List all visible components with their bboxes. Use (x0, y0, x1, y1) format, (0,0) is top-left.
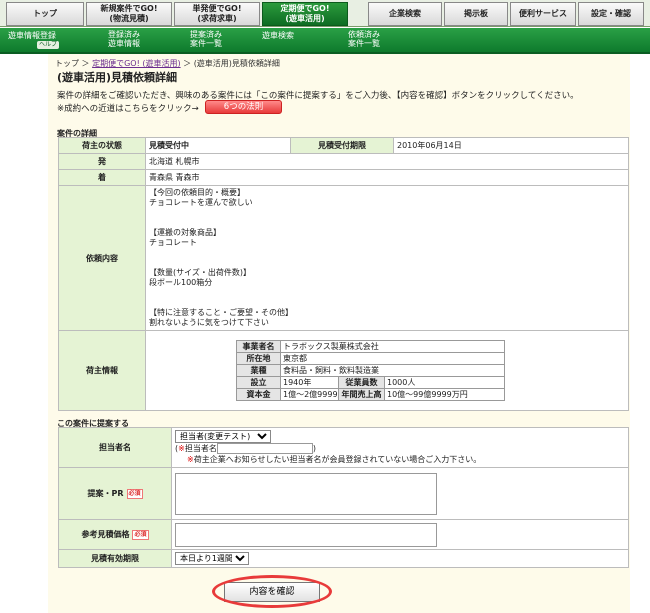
from-label: 発 (58, 153, 146, 170)
subnav-label: 依頼済み 案件一覧 (348, 30, 380, 48)
tab-services[interactable]: 便利サービス (510, 2, 576, 26)
status-value: 見積受付中 (145, 137, 291, 154)
subnav-vehicle-search[interactable]: 遊車検索 (262, 31, 294, 40)
help-badge[interactable]: ヘルプ (37, 41, 60, 49)
page-title: (遊車活用)見積依頼詳細 (57, 71, 178, 84)
status-label: 荷主の状態 (58, 137, 146, 154)
sub-navigation: 遊車情報登録 ヘルプ 登録済み 遊車情報 提案済み 案件一覧 遊車検索 依頼済み… (0, 28, 650, 54)
required-badge: 必須 (132, 529, 149, 540)
subnav-label: 登録済み 遊車情報 (108, 30, 140, 48)
industry-label: 業種 (236, 364, 281, 377)
employees: 1000人 (383, 376, 506, 389)
subnav-registered-vehicles[interactable]: 登録済み 遊車情報 (94, 30, 154, 48)
person-label: 担当者名 (58, 427, 172, 468)
tab-label: 新規案件でGO! (物流見積) (100, 4, 158, 23)
proposal-table: 担当者名 担当者(変更テスト) (※担当者名) ※荷主企業へお知らせしたい担当者… (58, 427, 629, 568)
intro-text: 案件の詳細をご確認いただき、興味のある案件には「この案件に提案する」をご入力後、… (57, 91, 579, 101)
founded: 1940年 (280, 376, 339, 389)
industry: 食料品・飼料・飲料製造業 (279, 364, 506, 377)
sales-label: 年間売上高 (338, 388, 385, 401)
shipper-info-table: 事業者名 トラボックス製菓株式会社 所在地 東京都 業種 食料品・飼料・飲料製造業 設… (236, 340, 506, 401)
subnav-requested-projects[interactable]: 依頼済み 案件一覧 (334, 30, 394, 48)
capital: 1億〜2億9999万円 (280, 388, 339, 401)
tab-regular-delivery[interactable]: 定期便でGO! (遊車活用) (262, 2, 348, 26)
tab-label: トップ (33, 9, 57, 18)
validity-select[interactable]: 本日より1週間 (175, 552, 249, 565)
tab-label: 企業検索 (389, 9, 421, 18)
price-textarea[interactable] (175, 522, 437, 547)
subnav-label: 遊車検索 (262, 31, 294, 40)
breadcrumb-regular-link[interactable]: 定期便でGO! (遊車活用) (92, 59, 181, 68)
breadcrumb: トップ ＞ 定期便でGO! (遊車活用) ＞ (遊車活用)見積依頼詳細 (55, 58, 280, 69)
sales: 10億〜99億9999万円 (383, 388, 506, 401)
subnav-proposed-projects[interactable]: 提案済み 案件一覧 (176, 30, 236, 48)
from-value: 北海道 札幌市 (145, 153, 629, 170)
validity-label: 見積有効期限 (58, 549, 172, 568)
person-name-paren-close: ) (312, 444, 316, 453)
price-label: 参考見積価格 (81, 530, 130, 539)
company-name: トラボックス製菓株式会社 (279, 340, 506, 353)
request-label: 依頼内容 (58, 185, 146, 331)
pr-label: 提案・PR (87, 489, 124, 498)
tab-label: 掲示板 (464, 9, 488, 18)
intro-hint: ※成約への近道はこちらをクリック→ (57, 104, 199, 114)
employees-label: 従業員数 (338, 376, 385, 389)
location-label: 所在地 (236, 352, 281, 365)
tab-top[interactable]: トップ (6, 2, 84, 26)
tab-single-delivery[interactable]: 単発便でGO! (求荷求車) (174, 2, 260, 26)
confirm-button[interactable]: 内容を確認 (224, 582, 320, 602)
founded-label: 設立 (236, 376, 281, 389)
tab-label: 定期便でGO! (遊車活用) (280, 4, 330, 23)
subnav-register-vehicle[interactable]: 遊車情報登録 (8, 31, 56, 40)
tab-bulletin-board[interactable]: 掲示板 (444, 2, 508, 26)
tab-label: 設定・確認 (591, 9, 631, 18)
tab-settings[interactable]: 設定・確認 (578, 2, 644, 26)
location: 東京都 (279, 352, 506, 365)
six-laws-button[interactable]: 6つの法則 (205, 100, 282, 114)
person-note: 荷主企業へお知らせしたい担当者名が会員登録されていない場合ご入力下さい。 (193, 455, 482, 464)
breadcrumb-home-link[interactable]: トップ (55, 59, 79, 68)
person-name-label: 担当者名 (184, 444, 217, 453)
person-select[interactable]: 担当者(変更テスト) (175, 430, 271, 443)
deadline-label: 見積受付期限 (290, 137, 394, 154)
subnav-label: 遊車情報登録 (8, 31, 56, 40)
deadline-value: 2010年06月14日 (393, 137, 629, 154)
detail-table: 荷主の状態 見積受付中 見積受付期限 2010年06月14日 発 北海道 札幌市… (58, 137, 629, 411)
breadcrumb-current: (遊車活用)見積依頼詳細 (193, 59, 280, 68)
capital-label: 資本金 (236, 388, 281, 401)
breadcrumb-separator: ＞ (81, 59, 90, 68)
top-navigation: トップ 新規案件でGO! (物流見積) 単発便でGO! (求荷求車) 定期便でG… (0, 0, 650, 27)
person-name-input[interactable] (216, 443, 313, 454)
tab-company-search[interactable]: 企業検索 (368, 2, 442, 26)
subnav-label: 提案済み 案件一覧 (190, 30, 222, 48)
company-name-label: 事業者名 (236, 340, 281, 353)
tab-label: 単発便でGO! (求荷求車) (192, 4, 242, 23)
pr-textarea[interactable] (175, 472, 437, 515)
shipper-label: 荷主情報 (58, 330, 146, 411)
required-badge: 必須 (126, 488, 143, 499)
tab-label: 便利サービス (519, 9, 567, 18)
to-value: 青森県 青森市 (145, 169, 629, 186)
request-content: 【今回の依頼目的・概要】 チョコレートを運んで欲しい 【運搬の対象商品】 チョコ… (149, 188, 293, 327)
person-note-mark: ※ (187, 455, 194, 464)
person-name-mark: ※ (178, 444, 185, 453)
tab-new-project[interactable]: 新規案件でGO! (物流見積) (86, 2, 172, 26)
to-label: 着 (58, 169, 146, 186)
breadcrumb-separator: ＞ (183, 59, 192, 68)
